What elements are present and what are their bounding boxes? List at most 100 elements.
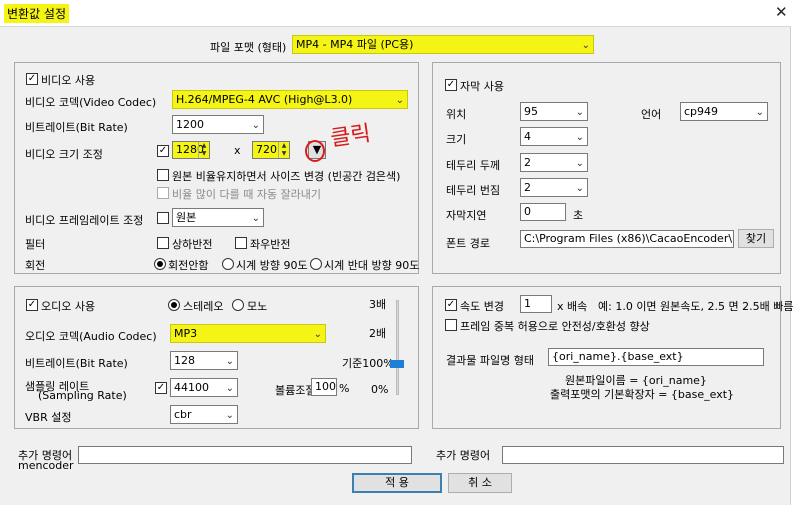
output-name-input[interactable]: {ori_name}.{base_ext}: [548, 348, 764, 366]
volume-label: 볼륨조절: [275, 384, 316, 397]
video-width-spinner[interactable]: 1280 ▲ ▼: [172, 141, 210, 159]
sampling-sublabel: (Sampling Rate): [38, 389, 127, 402]
flip-horizontal-checkbox[interactable]: [235, 237, 247, 249]
chevron-down-icon: ⌄: [575, 158, 584, 169]
volume-unit: %: [339, 382, 350, 395]
chevron-down-icon: ⌄: [225, 410, 234, 421]
subtitle-position-label: 위치: [446, 108, 467, 121]
vbr-select[interactable]: cbr ⌄: [170, 405, 238, 424]
auto-crop-checkbox[interactable]: [157, 187, 169, 199]
vbr-value: cbr: [174, 408, 192, 421]
audio-enable-label: 오디오 사용: [41, 300, 96, 313]
cancel-button[interactable]: 취 소: [448, 473, 512, 493]
video-size-checkbox[interactable]: ✓: [157, 145, 169, 157]
subtitle-enable-checkbox[interactable]: ✓: [445, 79, 457, 91]
subtitle-size-select[interactable]: 4 ⌄: [520, 127, 588, 146]
subtitle-delay-label: 자막지연: [446, 209, 487, 222]
subtitle-blur-select[interactable]: 2 ⌄: [520, 178, 588, 197]
video-height-spinner[interactable]: 720 ▲ ▼: [252, 141, 290, 159]
mono-label: 모노: [247, 300, 268, 313]
video-height-value: 720: [256, 143, 277, 156]
extra-cmd1-input[interactable]: [78, 446, 412, 464]
subtitle-language-value: cp949: [684, 105, 719, 118]
background-window-edge: [790, 26, 800, 505]
chevron-down-icon: ⌄: [251, 213, 260, 224]
output-note-2: 출력포맷의 기본확장자 = {base_ext}: [550, 388, 735, 401]
dup-frames-checkbox[interactable]: [445, 319, 457, 331]
vbr-label: VBR 설정: [25, 411, 72, 424]
subtitle-language-label: 언어: [641, 108, 662, 121]
video-size-label: 비디오 크기 조정: [25, 148, 103, 161]
subtitle-delay-input[interactable]: 0: [520, 203, 566, 221]
flip-vertical-checkbox[interactable]: [157, 237, 169, 249]
volume-slider-thumb[interactable]: [390, 359, 404, 368]
subtitle-position-select[interactable]: 95 ⌄: [520, 102, 588, 121]
sampling-checkbox[interactable]: ✓: [155, 382, 167, 394]
speed-hint: 예: 1.0 이면 원본속도, 2.5 면 2.5배 빠름: [598, 300, 794, 313]
speed-input[interactable]: 1: [520, 295, 552, 313]
browse-font-button[interactable]: 찾기: [738, 229, 774, 248]
speed-enable-label: 속도 변경: [460, 300, 504, 313]
video-enable-checkbox[interactable]: ✓: [26, 73, 38, 85]
rotate-label: 회전: [25, 259, 46, 272]
keep-ratio-checkbox[interactable]: [157, 169, 169, 181]
framerate-select[interactable]: 원본 ⌄: [172, 208, 264, 227]
subtitle-blur-value: 2: [524, 181, 531, 194]
subtitle-size-value: 4: [524, 130, 531, 143]
volume-scale-2x: 2배: [369, 327, 387, 340]
subtitle-border-select[interactable]: 2 ⌄: [520, 153, 588, 172]
chevron-down-icon: ⌄: [313, 329, 322, 340]
subtitle-border-value: 2: [524, 156, 531, 169]
extra-cmd2-label: 추가 명령어: [436, 449, 491, 462]
audio-enable-checkbox[interactable]: ✓: [26, 299, 38, 311]
subtitle-border-label: 테두리 두께: [446, 159, 501, 172]
apply-button[interactable]: 적 용: [352, 473, 442, 493]
audio-bitrate-select[interactable]: 128 ⌄: [170, 351, 238, 370]
chevron-down-icon: ⌄: [575, 183, 584, 194]
chevron-down-icon: ⌄: [755, 107, 764, 118]
sampling-value: 44100: [174, 381, 209, 394]
mono-radio[interactable]: [232, 299, 244, 311]
rotate-cw-label: 시계 방향 90도: [236, 259, 308, 272]
volume-input[interactable]: 100: [311, 378, 337, 396]
dup-frames-label: 프레임 중복 허용으로 안전성/호환성 향상: [460, 320, 650, 333]
video-bitrate-value: 1200: [176, 118, 204, 131]
rotate-ccw-radio[interactable]: [310, 258, 322, 270]
subtitle-enable-label: 자막 사용: [460, 80, 504, 93]
video-codec-label: 비디오 코덱(Video Codec): [25, 96, 157, 109]
audio-codec-select[interactable]: MP3 ⌄: [170, 324, 326, 343]
audio-bitrate-value: 128: [174, 354, 195, 367]
spinner-arrows-icon[interactable]: ▲ ▼: [278, 142, 289, 158]
video-enable-label: 비디오 사용: [41, 74, 96, 87]
stereo-radio[interactable]: [168, 299, 180, 311]
volume-scale-0: 0%: [371, 383, 389, 396]
auto-crop-label: 비율 많이 다를 때 자동 잘라내기: [172, 188, 322, 201]
rotate-cw-radio[interactable]: [222, 258, 234, 270]
framerate-checkbox[interactable]: [157, 212, 169, 224]
chevron-down-icon: ⌄: [575, 107, 584, 118]
sampling-select[interactable]: 44100 ⌄: [170, 378, 238, 397]
speed-enable-checkbox[interactable]: ✓: [445, 299, 457, 311]
close-icon[interactable]: ✕: [775, 3, 788, 21]
subtitle-position-value: 95: [524, 105, 538, 118]
font-path-label: 폰트 경로: [446, 237, 490, 250]
annotation-click-text: 클릭: [328, 121, 373, 152]
chevron-down-icon: ⌄: [575, 132, 584, 143]
subtitle-size-label: 크기: [446, 133, 467, 146]
volume-slider-track[interactable]: [396, 300, 399, 395]
video-bitrate-select[interactable]: 1200 ⌄: [172, 115, 264, 134]
volume-scale-3x: 3배: [369, 298, 387, 311]
chevron-down-icon: ⌄: [225, 356, 234, 367]
extra-cmd1-sublabel: mencoder: [18, 459, 74, 472]
file-format-select[interactable]: MP4 - MP4 파일 (PC용) ⌄: [292, 35, 594, 54]
font-path-input[interactable]: C:\Program Files (x86)\CacaoEncoder\m: [520, 230, 734, 248]
subtitle-delay-unit: 초: [573, 209, 584, 222]
framerate-value: 원본: [176, 211, 197, 224]
file-format-label: 파일 포맷 (형태): [210, 41, 287, 54]
subtitle-language-select[interactable]: cp949 ⌄: [680, 102, 768, 121]
flip-vertical-label: 상하반전: [172, 238, 213, 251]
spinner-arrows-icon[interactable]: ▲ ▼: [198, 142, 209, 158]
video-codec-select[interactable]: H.264/MPEG-4 AVC (High@L3.0) ⌄: [172, 90, 408, 109]
extra-cmd2-input[interactable]: [502, 446, 784, 464]
rotate-none-radio[interactable]: [154, 258, 166, 270]
